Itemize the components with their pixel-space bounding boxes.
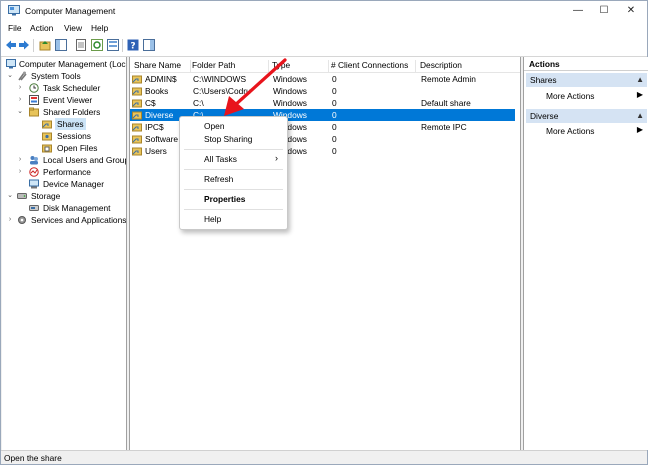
chevron-right-icon[interactable]: › [16,154,24,166]
tools-icon [18,71,27,81]
menu-action[interactable]: Action [30,23,53,33]
column-header-client-connections[interactable]: # Client Connections [331,60,416,72]
device-manager-icon [29,179,39,189]
forward-arrow-icon[interactable] [18,39,30,51]
disk-management-icon [29,205,39,211]
share-icon [132,135,142,144]
menu-item-help[interactable]: Help [204,213,221,226]
menu-item-stop-sharing[interactable]: Stop Sharing [204,133,252,146]
storage-icon [17,193,27,199]
table-row[interactable]: Books C:\Users\Codru Windows 0 [130,85,515,97]
table-row[interactable]: ADMIN$ C:\WINDOWS Windows 0 Remote Admin [130,73,515,85]
open-files-icon [42,144,52,153]
event-viewer-icon [29,95,39,105]
context-menu: Open Stop Sharing All Tasks › Refresh Pr… [179,116,288,230]
chevron-right-icon[interactable]: ▶ [637,125,643,134]
maximize-button[interactable]: ☐ [591,3,617,19]
column-header-share-name[interactable]: Share Name [134,60,191,72]
sessions-icon [42,132,52,141]
share-icon [132,147,142,156]
chevron-right-icon[interactable]: ▶ [637,90,643,99]
list-header: Share Name Folder Path Type # Client Con… [130,57,520,73]
export-list-icon[interactable] [107,39,119,51]
close-button[interactable]: ✕ [618,3,644,19]
menu-separator [184,209,283,210]
computer-management-icon [6,59,16,69]
chevron-right-icon[interactable]: › [16,166,24,178]
chevron-down-icon[interactable]: ⌄ [6,70,14,82]
toolbar-separator [33,39,34,52]
menu-view[interactable]: View [64,23,82,33]
chevron-right-icon[interactable]: › [16,94,24,106]
back-arrow-icon[interactable] [5,39,17,51]
services-icon [18,216,26,224]
menu-help[interactable]: Help [91,23,108,33]
actions-header: Actions [524,57,648,71]
users-icon [30,156,38,165]
actions-pane: Actions Shares ▲ More Actions ▶ Diverse … [523,57,648,450]
performance-icon [29,167,39,177]
help-icon[interactable]: ? [127,39,139,51]
chevron-right-icon[interactable]: › [6,214,14,226]
more-actions-shares[interactable]: More Actions [546,90,594,102]
menu-item-all-tasks[interactable]: All Tasks [204,153,237,166]
red-arrow-icon [224,58,287,116]
share-icon [132,75,142,84]
clock-icon [29,83,39,93]
chevron-down-icon[interactable]: ⌄ [16,106,24,118]
actions-section-diverse[interactable]: Diverse ▲ [526,109,647,123]
title-bar: Computer Management — ☐ ✕ [1,1,647,21]
share-icon [132,123,142,132]
menu-item-refresh[interactable]: Refresh [204,173,233,186]
toolbar-separator [122,39,123,52]
show-hide-tree-icon[interactable] [55,39,67,51]
share-icon [132,99,142,108]
collapse-up-icon[interactable]: ▲ [636,73,644,87]
app-window: Computer Management — ☐ ✕ File Action Vi… [0,0,648,465]
up-folder-icon[interactable] [39,39,51,51]
menu-item-properties[interactable]: Properties [204,193,245,206]
window-title: Computer Management [25,6,116,16]
svg-text:?: ? [130,42,135,52]
collapse-up-icon[interactable]: ▲ [636,109,644,123]
chevron-right-icon: › [275,153,278,163]
show-action-pane-icon[interactable] [143,39,155,51]
more-actions-diverse[interactable]: More Actions [546,125,594,137]
toolbar: ? [1,36,647,57]
column-header-description[interactable]: Description [420,60,515,72]
shared-folder-icon [29,107,39,117]
menu-separator [184,189,283,190]
share-icon [132,87,142,96]
chevron-right-icon[interactable]: › [16,82,24,94]
console-tree: Computer Management (Local ⌄ System Tool… [2,57,127,450]
refresh-icon[interactable] [91,39,103,51]
actions-section-shares[interactable]: Shares ▲ [526,73,647,87]
menu-separator [184,169,283,170]
menu-bar: File Action View Help [1,21,647,36]
share-icon [132,111,142,120]
table-row[interactable]: C$ C:\ Windows 0 Default share [130,97,515,109]
share-icon [42,120,52,129]
menu-separator [184,149,283,150]
status-bar: Open the share [1,450,647,464]
chevron-down-icon[interactable]: ⌄ [6,190,14,202]
properties-icon[interactable] [75,39,87,51]
minimize-button[interactable]: — [565,3,591,19]
menu-file[interactable]: File [8,23,22,33]
computer-management-icon [8,5,20,16]
